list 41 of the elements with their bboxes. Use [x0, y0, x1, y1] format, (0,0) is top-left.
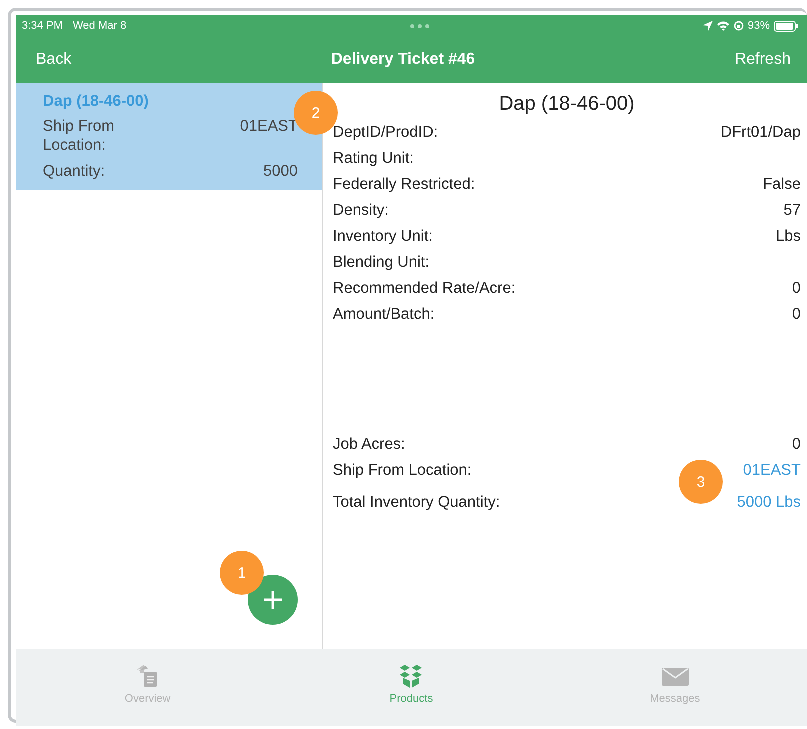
detail-value: DFrt01/Dap: [720, 124, 801, 142]
field-label: Quantity:: [43, 162, 106, 181]
detail-label: Rating Unit:: [333, 150, 414, 168]
detail-value: 57: [784, 202, 801, 220]
detail-label: Amount/Batch:: [333, 306, 435, 324]
battery-percent: 93%: [748, 20, 770, 32]
callout-badge: 1: [220, 551, 264, 595]
detail-value: 0: [792, 280, 801, 298]
detail-value: 0: [792, 306, 801, 324]
tab-item[interactable]: Overview: [16, 649, 280, 726]
tab-item[interactable]: Products: [280, 649, 544, 726]
detail-label: Federally Restricted:: [333, 176, 476, 194]
detail-label: Total Inventory Quantity:: [333, 494, 500, 512]
detail-value: False: [763, 176, 801, 194]
detail-label: Recommended Rate/Acre:: [333, 280, 516, 298]
field-value: 5000: [264, 162, 298, 181]
detail-label: Blending Unit:: [333, 254, 430, 272]
detail-title: Dap (18-46-00): [498, 93, 636, 116]
plus-icon: [263, 590, 283, 610]
detail-link[interactable]: 01EAST: [743, 462, 801, 480]
tab-item[interactable]: Messages: [543, 649, 807, 726]
battery-icon: [774, 20, 798, 32]
callout-badge: 3: [679, 460, 723, 504]
rotation-lock-icon: [734, 21, 744, 31]
detail-link[interactable]: 5000 Lbs: [737, 494, 801, 512]
back-button[interactable]: Back: [36, 51, 72, 69]
detail-label: Ship From Location:: [333, 462, 472, 480]
location-arrow-icon: [702, 21, 713, 31]
multitask-dots-icon[interactable]: [410, 24, 430, 28]
screen-title: Delivery Ticket #46: [331, 51, 476, 69]
detail-label: Density:: [333, 202, 389, 220]
detail-value: Lbs: [776, 228, 801, 246]
status-time: 3:34 PM: [22, 20, 63, 32]
detail-label: Job Acres:: [333, 436, 406, 454]
status-date: Wed Mar 8: [72, 20, 127, 32]
wifi-icon: [716, 21, 730, 31]
detail-value: 0: [792, 436, 801, 454]
refresh-button[interactable]: Refresh: [734, 51, 791, 69]
field-label: Ship From Location:: [43, 117, 116, 155]
product-name: Dap (18-46-00): [43, 93, 150, 111]
detail-label: Inventory Unit:: [333, 228, 433, 246]
